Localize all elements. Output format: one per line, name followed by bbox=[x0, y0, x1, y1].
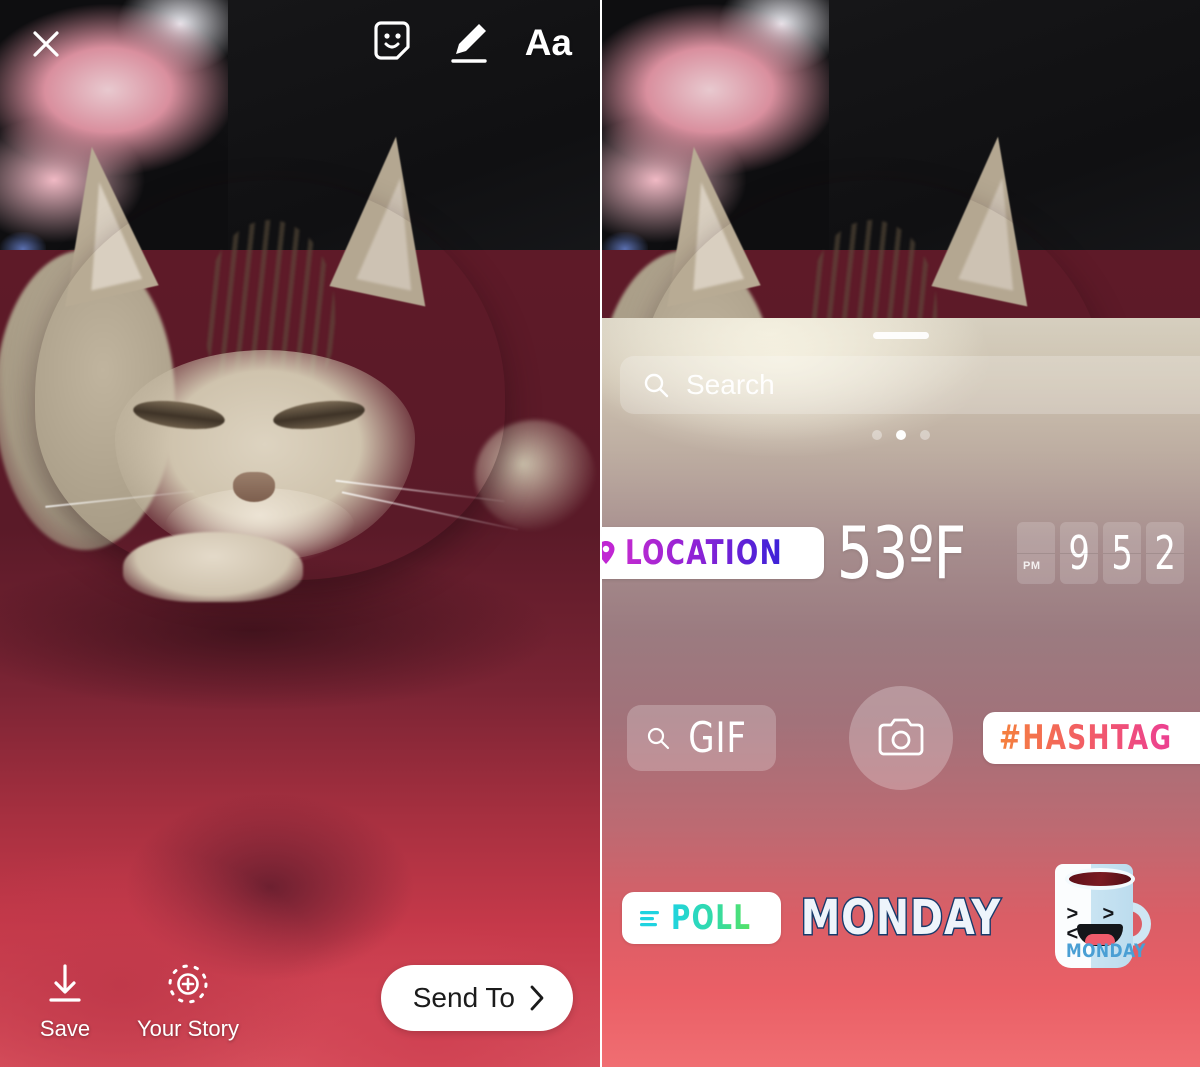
sticker-tray: Search LOCATION 53ºF PM 9 5 2 GIF #HASHT… bbox=[602, 318, 1200, 1067]
add-to-story-icon bbox=[168, 964, 208, 1004]
mug-right-eye: >< bbox=[1102, 903, 1115, 944]
coffee-mug-icon: >< >< MONDAY bbox=[1049, 864, 1153, 972]
search-input[interactable]: Search bbox=[620, 356, 1200, 414]
sticker-time-flipclock[interactable]: PM 9 5 2 bbox=[1001, 522, 1200, 584]
your-story-button[interactable]: Your Story bbox=[125, 960, 251, 1042]
editor-toolbar: Aa bbox=[0, 0, 600, 88]
monday-text-label: MONDAY bbox=[799, 889, 1002, 948]
sticker-row-partial bbox=[602, 1008, 1200, 1067]
sticker-location[interactable]: LOCATION bbox=[602, 527, 825, 579]
clock-digit-minute-tens: 5 bbox=[1111, 526, 1133, 580]
mug-left-eye: >< bbox=[1066, 903, 1079, 945]
sticker-tool-button[interactable] bbox=[371, 20, 413, 64]
draw-tool-button[interactable] bbox=[447, 18, 491, 66]
story-editor-screenshot: Aa Save Your Story Send To Search LOCATI… bbox=[0, 0, 1200, 1067]
poll-bars-icon bbox=[640, 911, 660, 927]
download-arrow-icon bbox=[49, 964, 81, 1002]
clock-digit-minute-ones: 2 bbox=[1154, 526, 1176, 580]
search-icon bbox=[647, 727, 670, 750]
location-label: LOCATION bbox=[624, 533, 783, 573]
sticker-row: GIF #HASHTAG bbox=[602, 683, 1200, 793]
tray-pagination bbox=[872, 430, 930, 440]
flip-tile-hour: 9 bbox=[1060, 522, 1098, 584]
sticker-poll[interactable]: POLL bbox=[602, 892, 801, 944]
sticker-temperature[interactable]: 53ºF bbox=[802, 517, 1001, 589]
camera-button bbox=[848, 686, 953, 790]
meridiem-label: PM bbox=[1023, 560, 1041, 572]
close-button[interactable] bbox=[28, 26, 64, 62]
sticker-row: POLL MONDAY >< >< bbox=[602, 853, 1200, 983]
gif-button: GIF bbox=[626, 705, 777, 771]
story-photo-background bbox=[0, 0, 600, 1067]
chevron-right-icon bbox=[530, 985, 544, 1011]
sticker-row: LOCATION 53ºF PM 9 5 2 bbox=[602, 503, 1200, 603]
sticker-hashtag[interactable]: #HASHTAG bbox=[983, 712, 1200, 764]
mug-coffee bbox=[1064, 868, 1135, 890]
page-dot-2-active[interactable] bbox=[896, 430, 906, 440]
marker-pen-icon bbox=[450, 24, 487, 63]
text-tool-button[interactable]: Aa bbox=[525, 24, 572, 61]
flip-tile-minute-tens: 5 bbox=[1103, 522, 1141, 584]
your-story-label: Your Story bbox=[137, 1016, 239, 1041]
poll-label: POLL bbox=[671, 898, 752, 938]
mug-label: MONDAY bbox=[1065, 940, 1146, 962]
photo-sleeping-cat bbox=[0, 120, 595, 602]
hashtag-pill: #HASHTAG bbox=[983, 712, 1200, 764]
location-pin-icon bbox=[602, 541, 615, 564]
clock-digit-hour: 9 bbox=[1068, 526, 1090, 580]
text-tool-label: Aa bbox=[524, 21, 572, 63]
camera-icon bbox=[878, 718, 923, 756]
hashtag-label: #HASHTAG bbox=[999, 718, 1173, 758]
editor-footer: Save Your Story Send To bbox=[0, 917, 600, 1067]
left-panel-story-preview: Aa Save Your Story Send To bbox=[0, 0, 600, 1067]
sticker-camera[interactable] bbox=[801, 686, 1000, 790]
cat-nose bbox=[233, 472, 275, 502]
gif-label: GIF bbox=[688, 713, 747, 762]
sticker-monday-text[interactable]: MONDAY bbox=[799, 889, 1002, 948]
page-dot-3[interactable] bbox=[920, 430, 930, 440]
flip-tile-meridiem: PM bbox=[1017, 522, 1055, 584]
save-button[interactable]: Save bbox=[27, 962, 103, 1042]
sticker-gif[interactable]: GIF bbox=[602, 705, 801, 771]
temperature-label: 53ºF bbox=[837, 511, 967, 595]
save-label: Save bbox=[39, 1016, 91, 1041]
cat-paw bbox=[123, 532, 303, 602]
send-to-label: Send To bbox=[412, 982, 515, 1013]
flip-clock: PM 9 5 2 bbox=[1017, 522, 1184, 584]
poll-pill: POLL bbox=[622, 892, 781, 944]
search-icon bbox=[644, 373, 669, 398]
tray-highlight bbox=[602, 318, 1200, 528]
send-to-button[interactable]: Send To bbox=[380, 965, 573, 1031]
editor-tool-group: Aa bbox=[371, 18, 572, 66]
sticker-smiley-icon bbox=[374, 21, 410, 60]
page-dot-1[interactable] bbox=[872, 430, 882, 440]
right-panel-sticker-tray: Search LOCATION 53ºF PM 9 5 2 GIF #HASHT… bbox=[600, 0, 1200, 1067]
tray-drag-handle[interactable] bbox=[873, 332, 929, 339]
search-placeholder: Search bbox=[686, 369, 775, 400]
location-pill: LOCATION bbox=[602, 527, 825, 579]
flip-tile-minute-ones: 2 bbox=[1146, 522, 1184, 584]
sticker-monday-mug[interactable]: >< >< MONDAY bbox=[1001, 864, 1200, 972]
mug-body: >< >< MONDAY bbox=[1054, 864, 1146, 968]
close-icon bbox=[33, 31, 59, 57]
